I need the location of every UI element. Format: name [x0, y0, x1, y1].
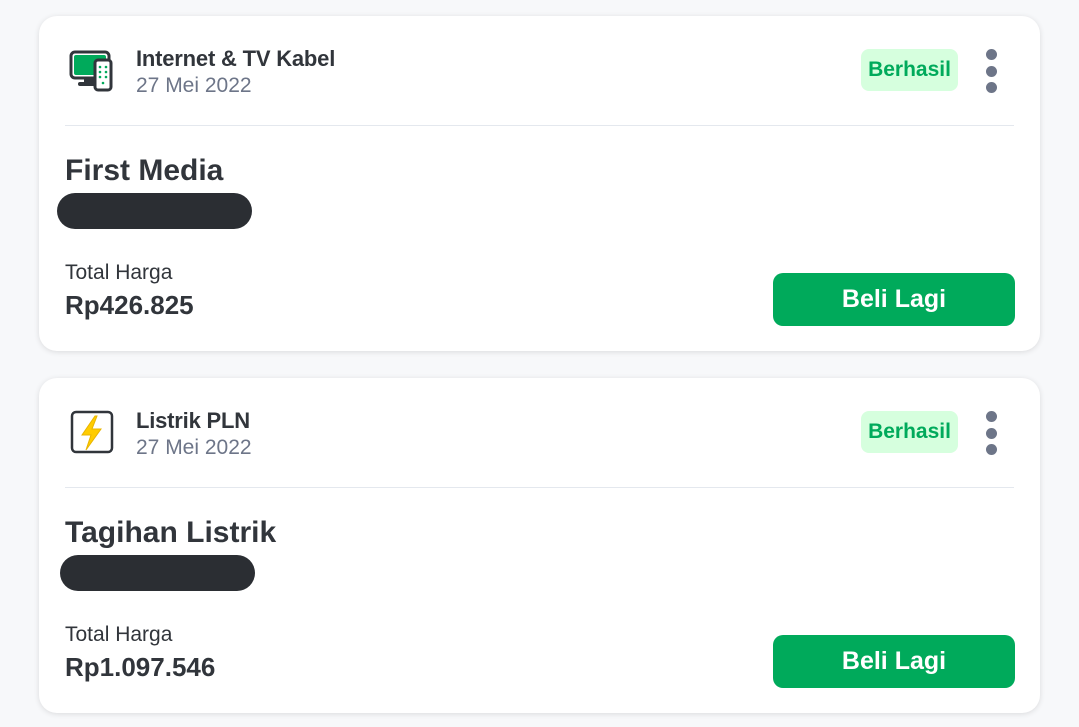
category-name: Listrik PLN — [136, 408, 250, 433]
transaction-date: 27 Mei 2022 — [136, 436, 252, 459]
total-price-value: Rp1.097.546 — [65, 652, 216, 682]
redacted-customer-id — [57, 193, 252, 229]
buy-again-button[interactable]: Beli Lagi — [773, 635, 1015, 688]
total-price-value: Rp426.825 — [65, 290, 194, 320]
more-options-icon[interactable] — [979, 49, 1003, 93]
category-name: Internet & TV Kabel — [136, 46, 336, 71]
transaction-card[interactable]: Listrik PLN 27 Mei 2022 Berhasil Tagihan… — [39, 378, 1040, 713]
total-price-label: Total Harga — [65, 261, 173, 284]
product-name: Tagihan Listrik — [65, 516, 277, 549]
lightning-bolt-icon — [68, 408, 116, 456]
total-price-label: Total Harga — [65, 623, 173, 646]
status-badge: Berhasil — [861, 49, 958, 91]
divider — [65, 487, 1014, 488]
more-options-icon[interactable] — [979, 411, 1003, 455]
transaction-card[interactable]: Internet & TV Kabel 27 Mei 2022 Berhasil… — [39, 16, 1040, 351]
product-name: First Media — [65, 154, 224, 187]
transaction-date: 27 Mei 2022 — [136, 74, 252, 97]
status-badge: Berhasil — [861, 411, 958, 453]
buy-again-button[interactable]: Beli Lagi — [773, 273, 1015, 326]
tv-remote-icon — [68, 46, 116, 94]
redacted-customer-id — [60, 555, 255, 591]
divider — [65, 125, 1014, 126]
